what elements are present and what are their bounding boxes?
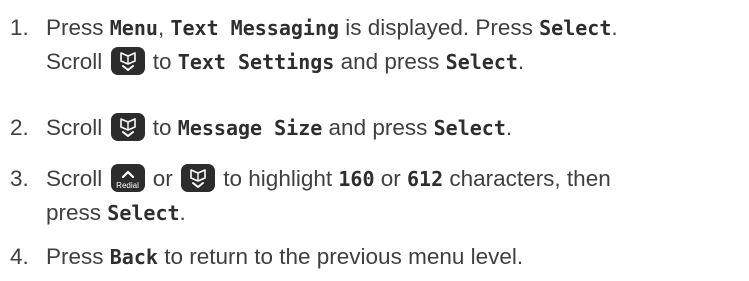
step-number: 4. [10, 244, 29, 269]
lcd-text: Back [109, 245, 158, 269]
step-1-line-2: Scroll to Text Settings and press Select… [10, 45, 618, 79]
step-text: to [146, 49, 178, 74]
step-1-line-1: 1. Press Menu, Text Messaging is displaye… [10, 11, 618, 45]
phonebook-down-key-icon [110, 47, 145, 75]
phonebook-down-key-icon [181, 164, 216, 192]
lcd-text: Message Size [177, 116, 323, 140]
lcd-text: Select [539, 16, 612, 40]
lcd-text: Text Settings [177, 50, 335, 74]
step-text: Press [46, 244, 110, 269]
step-text: Scroll [46, 166, 109, 191]
step-4-line-1: 4. Press Back to return to the previous m… [10, 240, 523, 274]
lcd-text: 160 [338, 167, 375, 191]
step-4: 4. Press Back to return to the previous m… [10, 240, 523, 274]
step-3-line-1: 3. Scroll Redial or to highlight 160 or 6… [10, 162, 611, 196]
step-2: 2. Scroll to Message Size and press Selec… [10, 111, 512, 145]
step-text: characters, then [443, 166, 611, 191]
step-text: . [179, 200, 186, 225]
step-text: . [505, 115, 513, 140]
step-text: Scroll [46, 115, 109, 140]
step-text: to highlight [217, 166, 339, 191]
step-text: to return to the previous menu level. [157, 244, 524, 269]
lcd-text: 612 [407, 167, 444, 191]
step-text: Press [46, 15, 110, 40]
lcd-text: Menu [109, 16, 158, 40]
step-3: 3. Scroll Redial or to highlight 160 or 6… [10, 162, 611, 230]
step-text: , [157, 15, 171, 40]
redial-up-key-icon: Redial [110, 164, 145, 192]
step-2-line-1: 2. Scroll to Message Size and press Selec… [10, 111, 512, 145]
step-number: 1. [10, 15, 29, 40]
lcd-text: Select [433, 116, 506, 140]
step-text: . [517, 49, 525, 74]
step-text: and press [334, 49, 446, 74]
step-text: press [46, 200, 108, 225]
step-text: or [374, 166, 408, 191]
step-text: is displayed. Press [339, 15, 540, 40]
step-number: 3. [10, 166, 29, 191]
step-text: to [146, 115, 178, 140]
lcd-text: Select [445, 50, 518, 74]
step-text: . [611, 15, 618, 40]
step-1: 1. Press Menu, Text Messaging is displaye… [10, 11, 618, 79]
step-text: and press [322, 115, 434, 140]
step-text: Scroll [46, 49, 109, 74]
lcd-text: Select [107, 201, 180, 225]
step-3-line-2: press Select. [10, 196, 611, 230]
step-number: 2. [10, 115, 29, 140]
lcd-text: Text Messaging [170, 16, 340, 40]
redial-key-label: Redial [116, 181, 139, 190]
phonebook-down-key-icon [110, 113, 145, 141]
step-text: or [146, 166, 180, 191]
